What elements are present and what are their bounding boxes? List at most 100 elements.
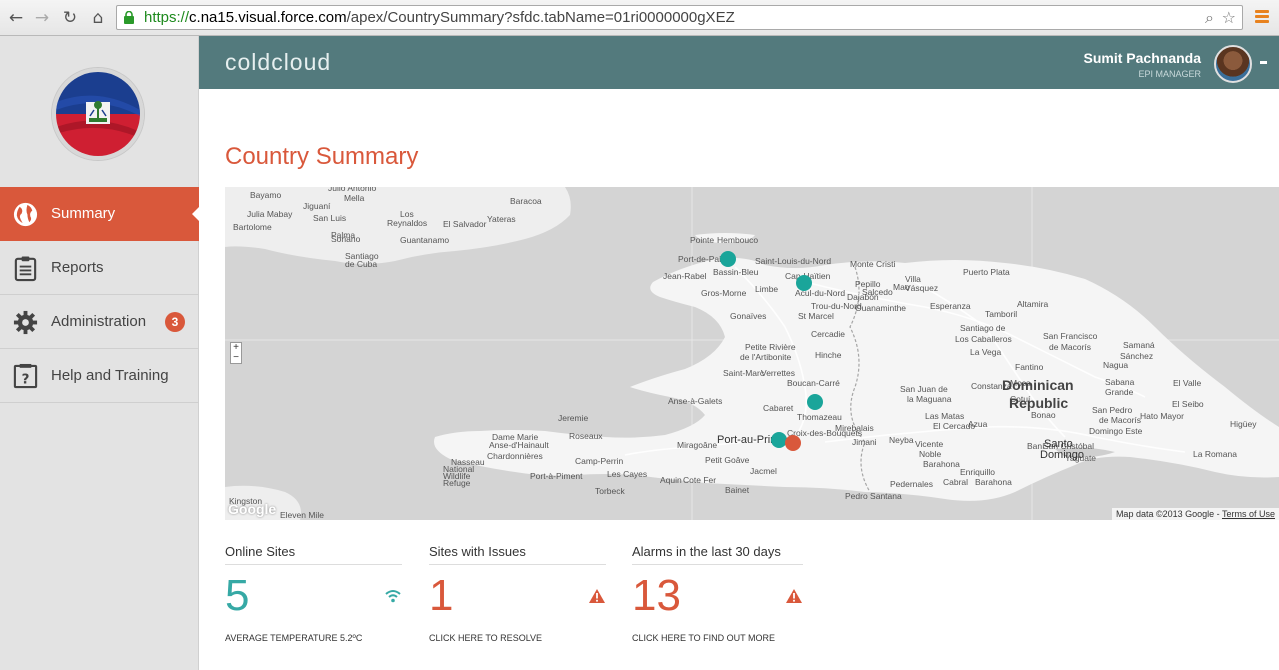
bookmark-star-icon[interactable]: ☆ — [1222, 8, 1236, 27]
svg-text:Camp-Perrin: Camp-Perrin — [575, 456, 623, 466]
svg-text:Pedro Santana: Pedro Santana — [845, 491, 902, 501]
svg-text:de Cuba: de Cuba — [345, 259, 377, 269]
svg-text:Thomazeau: Thomazeau — [797, 412, 842, 422]
forward-arrow-icon[interactable]: → — [32, 8, 52, 28]
sidebar: Summary Reports Administration 3 ? Help … — [0, 36, 200, 670]
svg-text:Yateras: Yateras — [487, 214, 516, 224]
user-name[interactable]: Sumit Pachnanda — [1084, 50, 1201, 66]
svg-text:San Juan de: San Juan de — [900, 384, 948, 394]
svg-text:Cercadie: Cercadie — [811, 329, 845, 339]
country-map[interactable]: Bayamo Julio Antonio Mella Baracoa Jiguaní L… — [225, 187, 1279, 520]
svg-text:Dominican: Dominican — [1002, 377, 1074, 393]
svg-text:Saint-Louis-du-Nord: Saint-Louis-du-Nord — [755, 256, 831, 266]
svg-text:Jacmel: Jacmel — [750, 466, 777, 476]
lock-icon — [124, 11, 134, 24]
site-marker-online[interactable] — [771, 432, 787, 448]
svg-text:Bonao: Bonao — [1031, 410, 1056, 420]
svg-text:Barahona: Barahona — [975, 477, 1012, 487]
svg-text:Sánchez: Sánchez — [1120, 351, 1153, 361]
svg-text:La Romana: La Romana — [1193, 449, 1237, 459]
svg-text:El Seibo: El Seibo — [1172, 399, 1204, 409]
svg-text:St Marcel: St Marcel — [798, 311, 834, 321]
svg-text:Gonaïves: Gonaïves — [730, 311, 766, 321]
svg-text:San Luis: San Luis — [313, 213, 346, 223]
google-logo[interactable]: Google — [228, 501, 276, 517]
url-text: https://c.na15.visual.force.com/apex/Cou… — [144, 9, 735, 26]
sidebar-item-help-and-training[interactable]: ? Help and Training — [0, 349, 199, 403]
stat-label: Alarms in the last 30 days — [632, 544, 803, 565]
zoom-out-button[interactable]: − — [231, 353, 241, 363]
svg-text:Santiago de: Santiago de — [960, 323, 1006, 333]
svg-text:Higüey: Higüey — [1230, 419, 1257, 429]
site-marker-online[interactable] — [796, 275, 812, 291]
svg-text:Barahona: Barahona — [923, 459, 960, 469]
zoom-magnifier-icon[interactable]: ⌕ — [1205, 8, 1214, 28]
svg-text:Hato Mayor: Hato Mayor — [1140, 411, 1184, 421]
stat-label: Online Sites — [225, 544, 402, 565]
map-zoom-control[interactable]: + − — [230, 342, 242, 364]
svg-text:la Maguana: la Maguana — [907, 394, 952, 404]
svg-text:Bainet: Bainet — [725, 485, 750, 495]
svg-text:El Cercado: El Cercado — [933, 421, 975, 431]
svg-text:Boucan-Carré: Boucan-Carré — [787, 378, 840, 388]
wifi-icon — [385, 590, 401, 603]
stat-value: 1 — [429, 571, 454, 620]
svg-text:Gros-Morne: Gros-Morne — [701, 288, 747, 298]
reload-icon[interactable]: ↻ — [60, 8, 80, 28]
gear-icon — [13, 310, 38, 335]
svg-text:de Macorís: de Macorís — [1049, 342, 1091, 352]
back-arrow-icon[interactable]: ← — [6, 8, 26, 28]
svg-text:Republic: Republic — [1009, 395, 1068, 411]
svg-text:Les Cayes: Les Cayes — [607, 469, 647, 479]
globe-icon — [13, 202, 38, 227]
resolve-link[interactable]: CLICK HERE TO RESOLVE — [429, 633, 542, 643]
sidebar-item-reports[interactable]: Reports — [0, 241, 199, 295]
app-logo[interactable]: coldcloud — [225, 49, 331, 76]
svg-text:Esperanza: Esperanza — [930, 301, 971, 311]
svg-text:Reynaldos: Reynaldos — [387, 218, 427, 228]
svg-text:Cabaret: Cabaret — [763, 403, 794, 413]
svg-text:Salcedo: Salcedo — [862, 287, 893, 297]
help-icon: ? — [13, 363, 38, 389]
home-icon[interactable]: ⌂ — [88, 8, 108, 28]
svg-text:Bassin-Bleu: Bassin-Bleu — [713, 267, 759, 277]
svg-text:Cote Fer: Cote Fer — [683, 475, 716, 485]
avatar[interactable] — [1214, 45, 1252, 83]
svg-text:Port-à-Piment: Port-à-Piment — [530, 471, 583, 481]
sidebar-item-administration[interactable]: Administration 3 — [0, 295, 199, 349]
svg-text:Mella: Mella — [344, 193, 365, 203]
svg-text:Miragoâne: Miragoâne — [677, 440, 717, 450]
svg-text:Roseaux: Roseaux — [569, 431, 603, 441]
sidebar-item-summary[interactable]: Summary — [0, 187, 200, 241]
sidebar-item-label: Summary — [51, 205, 116, 222]
terms-of-use-link[interactable]: Terms of Use — [1222, 509, 1275, 519]
svg-text:Las Matas: Las Matas — [925, 411, 964, 421]
svg-text:Hembouco: Hembouco — [717, 235, 758, 245]
sidebar-item-label: Help and Training — [51, 367, 169, 384]
user-role: EPI MANAGER — [1138, 69, 1201, 79]
map-attribution: Map data ©2013 Google - Terms of Use — [1111, 508, 1279, 520]
stat-subtitle: AVERAGE TEMPERATURE 5.2ºC — [225, 633, 363, 643]
browser-menu-icon[interactable] — [1255, 10, 1269, 24]
svg-text:El Valle: El Valle — [1173, 378, 1201, 388]
user-menu-caret-icon[interactable] — [1260, 61, 1267, 64]
site-marker-alarm[interactable] — [785, 435, 801, 451]
country-flag-avatar — [52, 68, 144, 160]
svg-text:Jiguaní: Jiguaní — [303, 201, 331, 211]
site-marker-online[interactable] — [720, 251, 736, 267]
site-marker-online[interactable] — [807, 394, 823, 410]
svg-text:Anse-d'Hainault: Anse-d'Hainault — [489, 440, 549, 450]
svg-text:Grande: Grande — [1105, 387, 1134, 397]
svg-text:Jean-Rabel: Jean-Rabel — [663, 271, 707, 281]
svg-text:Puerto Plata: Puerto Plata — [963, 267, 1010, 277]
svg-text:Baracoa: Baracoa — [510, 196, 542, 206]
address-bar[interactable]: https://c.na15.visual.force.com/apex/Cou… — [116, 5, 1243, 30]
svg-text:Vásquez: Vásquez — [905, 283, 938, 293]
find-out-more-link[interactable]: CLICK HERE TO FIND OUT MORE — [632, 633, 775, 643]
svg-text:Tamboril: Tamboril — [985, 309, 1017, 319]
svg-text:?: ? — [22, 371, 30, 387]
svg-text:Julia Mabay: Julia Mabay — [247, 209, 293, 219]
stat-value: 13 — [632, 571, 681, 620]
svg-text:Guantanamo: Guantanamo — [400, 235, 449, 245]
notification-badge: 3 — [165, 312, 185, 332]
